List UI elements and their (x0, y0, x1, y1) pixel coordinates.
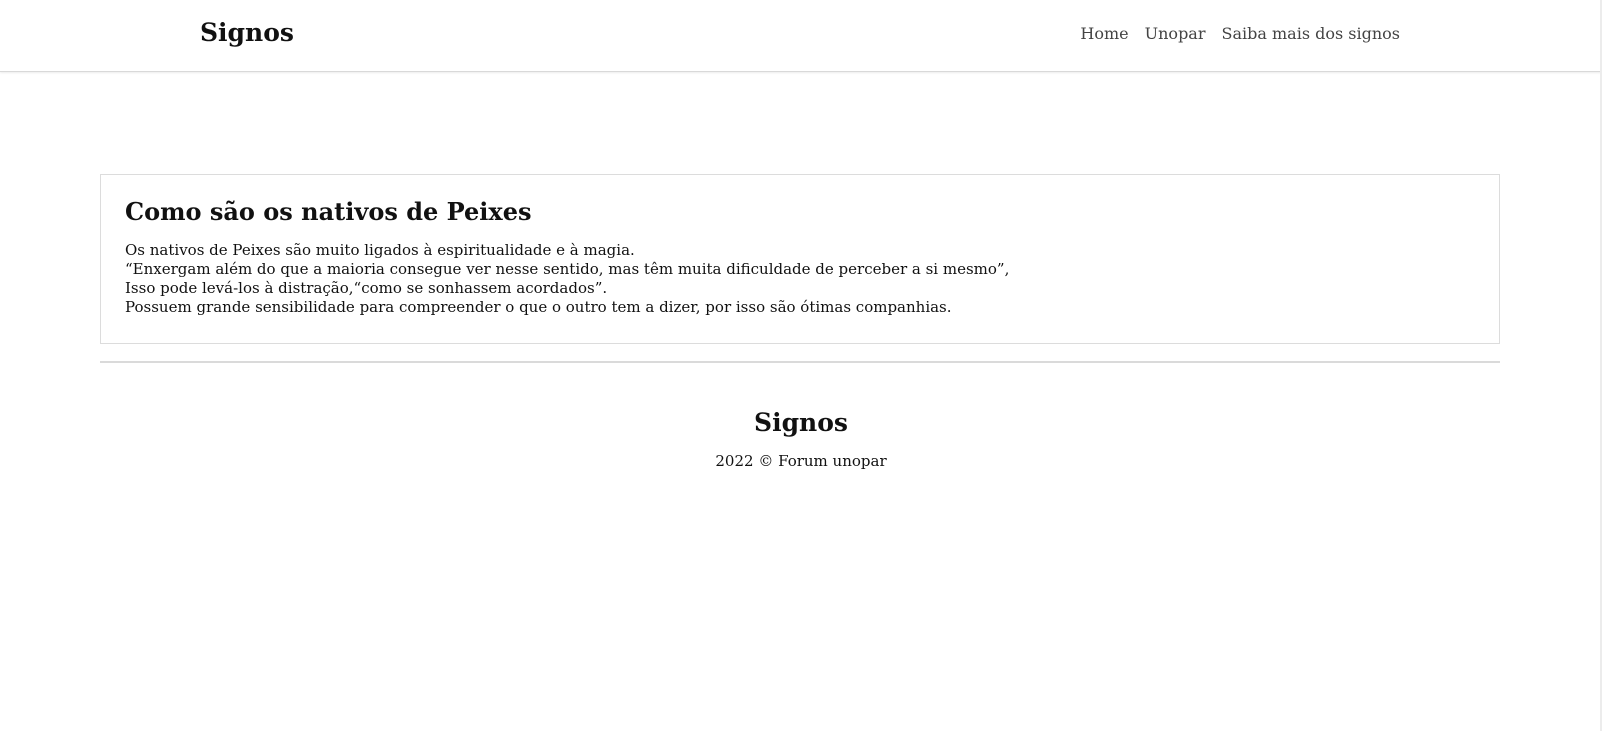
content-card: Como são os nativos de Peixes Os nativos… (100, 174, 1500, 344)
footer-copyright: 2022 © Forum unopar (715, 452, 887, 470)
page: Signos Home Unopar Saiba mais dos signos… (0, 0, 1602, 731)
navbar: Signos Home Unopar Saiba mais dos signos (0, 0, 1602, 72)
nav-links: Home Unopar Saiba mais dos signos (1080, 24, 1400, 43)
card-line: Isso pode levá-los à distração,“como se … (125, 279, 608, 297)
card-line: Os nativos de Peixes são muito ligados à… (125, 241, 635, 259)
nav-link-home[interactable]: Home (1080, 24, 1128, 43)
footer: Signos 2022 © Forum unopar (0, 408, 1602, 470)
card-text: Os nativos de Peixes são muito ligados à… (125, 241, 1475, 317)
card-line: “Enxergam além do que a maioria consegue… (125, 260, 1010, 278)
nav-link-saiba-mais[interactable]: Saiba mais dos signos (1222, 24, 1401, 43)
brand-link[interactable]: Signos (200, 18, 294, 48)
card-title: Como são os nativos de Peixes (125, 197, 532, 226)
nav-link-unopar[interactable]: Unopar (1145, 24, 1206, 43)
footer-divider (100, 361, 1500, 363)
footer-title: Signos (754, 408, 848, 437)
card-line: Possuem grande sensibilidade para compre… (125, 298, 952, 316)
